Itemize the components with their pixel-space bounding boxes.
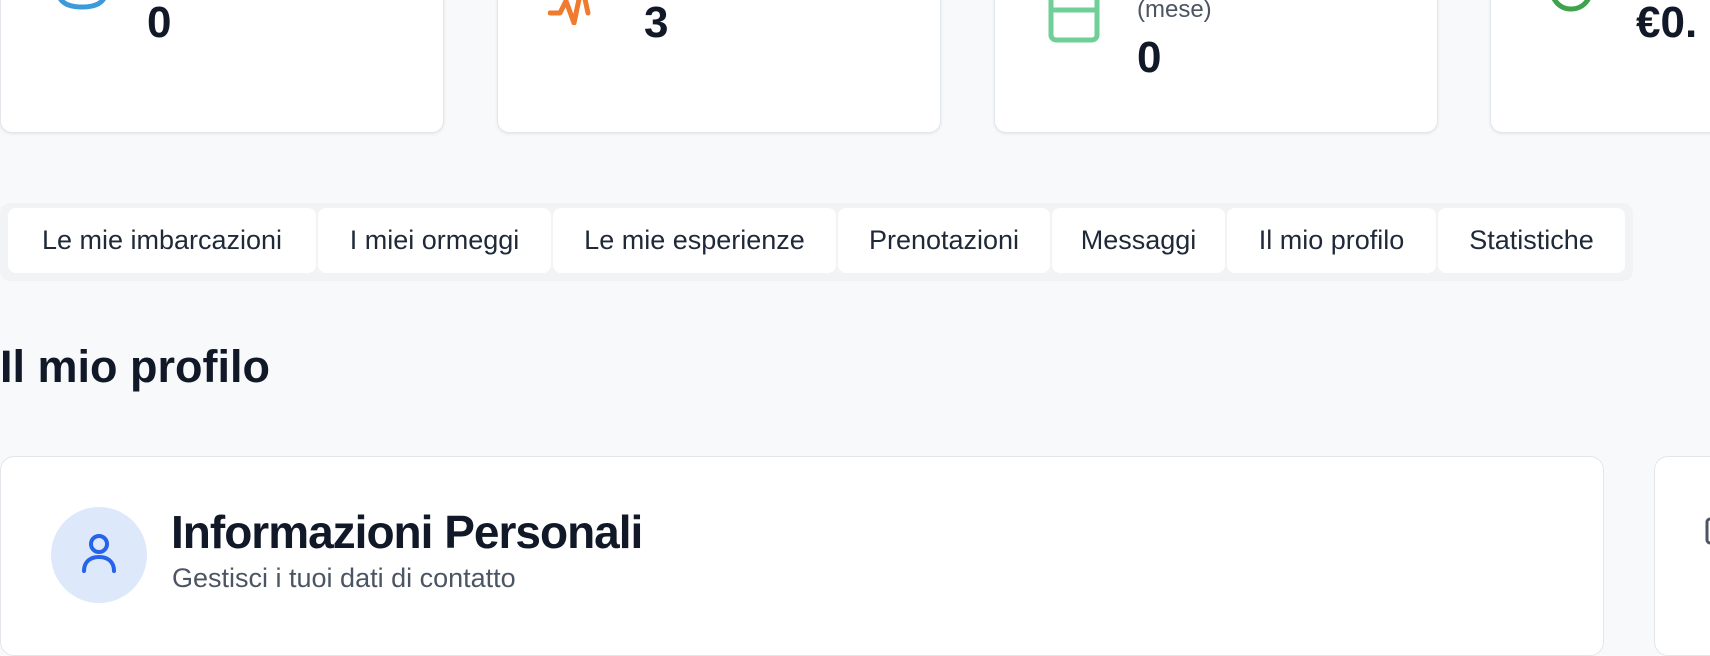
tab-statistics[interactable]: Statistiche <box>1438 208 1625 273</box>
page-title: Il mio profilo <box>0 341 270 392</box>
boat-icon <box>51 0 113 18</box>
side-card <box>1654 456 1710 656</box>
stat-value: €0. <box>1636 0 1698 47</box>
stat-value: 0 <box>147 0 172 47</box>
personal-info-card: Informazioni Personali Gestisci i tuoi d… <box>0 456 1604 656</box>
stat-value: 0 <box>1137 33 1162 82</box>
card-title: Informazioni Personali <box>171 506 643 558</box>
card-subtitle: Gestisci i tuoi dati di contatto <box>172 563 516 593</box>
tab-experiences[interactable]: Le mie esperienze <box>553 208 836 273</box>
avatar <box>51 507 147 603</box>
dashboard-tabs: Le mie imbarcazioni I miei ormeggi Le mi… <box>0 203 1633 281</box>
stat-label: (mese) <box>1137 0 1212 23</box>
tab-bookings[interactable]: Prenotazioni <box>838 208 1050 273</box>
euro-icon <box>1547 0 1597 28</box>
calendar-icon <box>1048 0 1100 48</box>
stat-card-activity: 3 <box>497 0 941 133</box>
stat-value: 3 <box>644 0 669 47</box>
tab-boats[interactable]: Le mie imbarcazioni <box>8 208 316 273</box>
activity-icon <box>547 0 598 30</box>
stat-card-revenue: €0. <box>1490 0 1710 133</box>
tab-messages[interactable]: Messaggi <box>1052 208 1225 273</box>
stat-card-bookings-month: (mese) 0 <box>994 0 1438 133</box>
tab-moorings[interactable]: I miei ormeggi <box>318 208 551 273</box>
tab-profile[interactable]: Il mio profilo <box>1227 208 1436 273</box>
edge-icon <box>1705 517 1710 550</box>
stat-card-boats: 0 <box>0 0 444 133</box>
user-icon <box>79 531 119 580</box>
